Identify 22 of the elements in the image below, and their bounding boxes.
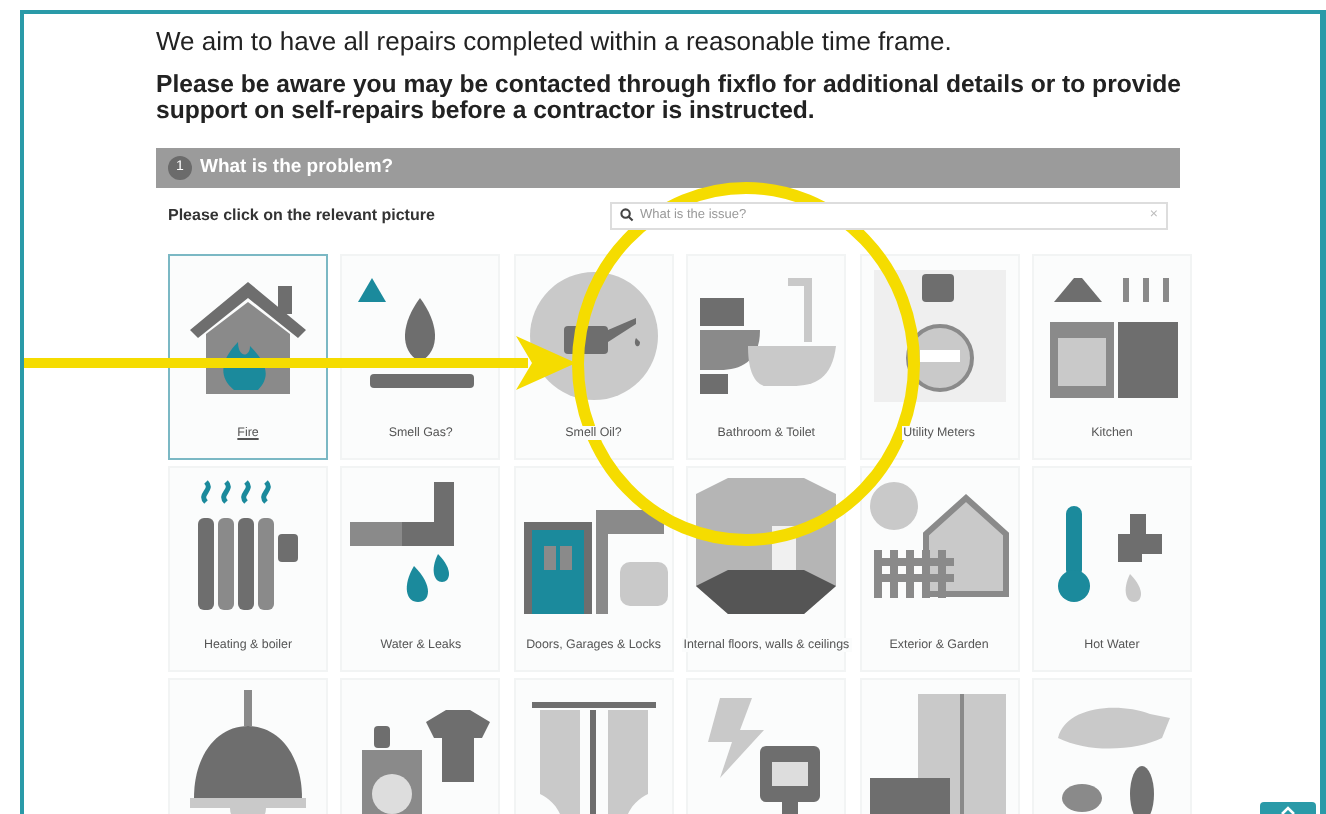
house-fence-icon xyxy=(869,481,1009,602)
notice-text: Please be aware you may be contacted through fixflo for additional details or to provide support on self-repairs before a contractor is instructed. xyxy=(156,72,1183,124)
leaking-pipe-icon xyxy=(350,481,455,602)
ceiling-lamp-icon xyxy=(190,689,306,814)
electric-meter-icon xyxy=(873,269,1006,402)
curtains-icon xyxy=(531,701,656,814)
radiator-icon xyxy=(198,479,298,610)
kitchen-icon xyxy=(1049,274,1178,398)
intro-text: We aim to have all repairs completed within a reasonable time frame. xyxy=(156,26,954,56)
washing-machine-icon xyxy=(362,709,491,814)
section-title: What is the problem? xyxy=(200,156,394,179)
gas-flame-icon xyxy=(358,277,475,388)
caret-icon xyxy=(1280,806,1296,814)
instruction-text: Please click on the relevant picture xyxy=(168,206,435,225)
bathtub-toilet-icon xyxy=(700,277,837,394)
search-icon xyxy=(620,208,634,223)
room-interior-icon xyxy=(696,477,837,614)
oil-can-icon xyxy=(529,271,658,400)
door-garage-icon xyxy=(523,509,668,614)
wardrobe-sofa-icon xyxy=(869,693,1006,814)
thermometer-tap-icon xyxy=(1057,505,1162,602)
lightning-socket-icon xyxy=(708,697,821,814)
